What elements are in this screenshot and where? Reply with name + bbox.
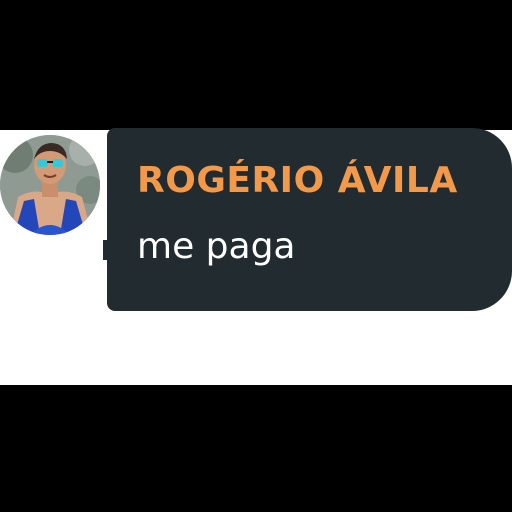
sticker-canvas: ROGÉRIO ÁVILA me paga	[0, 0, 512, 512]
avatar[interactable]	[0, 135, 100, 235]
message-text: me paga	[137, 226, 296, 267]
sender-name: ROGÉRIO ÁVILA	[137, 160, 458, 201]
avatar-photo-icon	[0, 135, 100, 235]
message-bubble[interactable]	[107, 128, 512, 311]
